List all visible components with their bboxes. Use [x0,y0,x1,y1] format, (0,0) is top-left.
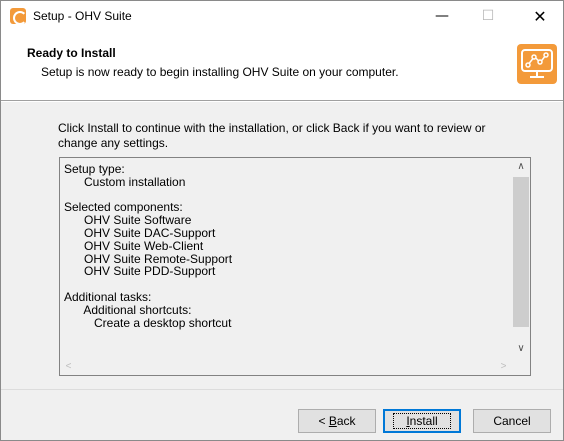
wizard-footer: < Back Install Cancel [1,389,563,440]
back-button[interactable]: < Back [298,409,376,433]
scroll-right-icon[interactable]: > [495,358,512,375]
memo-line: Additional shortcuts: [64,302,192,317]
monitor-chart-icon [517,44,557,84]
minimize-button[interactable]: — [419,1,465,31]
scroll-left-icon[interactable]: < [60,358,77,375]
window-title: Setup - OHV Suite [33,9,132,23]
app-icon [10,8,27,25]
ready-memo[interactable]: Setup type: Custom installation Selected … [59,157,531,376]
scrollbar-corner [512,358,530,375]
cancel-button[interactable]: Cancel [473,409,551,433]
page-title: Ready to Install [27,46,116,60]
memo-line: Create a desktop shortcut [64,315,232,330]
memo-line: OHV Suite Web-Client [64,238,204,253]
page-subtitle: Setup is now ready to begin installing O… [41,65,399,79]
memo-content: Setup type: Custom installation Selected … [64,163,232,329]
intro-text: Click Install to continue with the insta… [58,121,486,150]
back-button-label: < Back [318,414,356,428]
scroll-up-icon[interactable]: ∧ [512,158,530,175]
memo-line: OHV Suite PDD-Support [64,264,216,279]
install-button-label: Install [393,413,451,429]
maximize-button[interactable]: ☐ [465,1,511,31]
scroll-thumb[interactable] [513,177,529,327]
scroll-down-icon[interactable]: ∨ [512,340,530,357]
memo-line: Custom installation [64,174,186,189]
install-button[interactable]: Install [383,409,461,433]
setup-window: Setup - OHV Suite — ☐ ✕ Ready to Install… [0,0,564,441]
close-button[interactable]: ✕ [517,1,563,31]
vertical-scrollbar[interactable]: ∧ ∨ [512,158,530,358]
wizard-body: Click Install to continue with the insta… [1,102,563,389]
memo-line: Setup type: [64,162,125,176]
memo-line: Additional tasks: [64,289,152,304]
wizard-header: Ready to Install Setup is now ready to b… [1,31,563,101]
title-bar[interactable]: Setup - OHV Suite — ☐ ✕ [1,1,563,31]
horizontal-scrollbar[interactable]: < > [60,358,512,375]
memo-line: OHV Suite DAC-Support [64,225,216,240]
